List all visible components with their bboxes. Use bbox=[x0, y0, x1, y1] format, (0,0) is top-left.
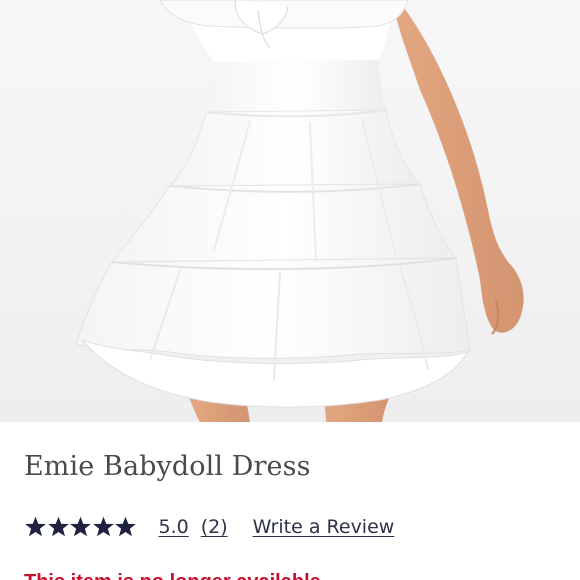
rating-value-link[interactable]: 5.0 bbox=[159, 516, 189, 538]
star-icon bbox=[24, 516, 47, 538]
availability-message: This item is no longer available bbox=[24, 571, 321, 580]
product-title: Emie Babydoll Dress bbox=[24, 451, 311, 482]
product-image[interactable] bbox=[0, 0, 580, 422]
star-icon bbox=[92, 516, 115, 538]
rating-stars[interactable] bbox=[24, 516, 137, 538]
star-icon bbox=[114, 516, 137, 538]
rating-row: 5.0 (2) Write a Review bbox=[24, 512, 394, 542]
star-icon bbox=[69, 516, 92, 538]
dress-photo-illustration bbox=[75, 0, 524, 422]
write-review-link[interactable]: Write a Review bbox=[253, 516, 395, 538]
review-count-link[interactable]: (2) bbox=[201, 516, 228, 538]
star-icon bbox=[47, 516, 70, 538]
